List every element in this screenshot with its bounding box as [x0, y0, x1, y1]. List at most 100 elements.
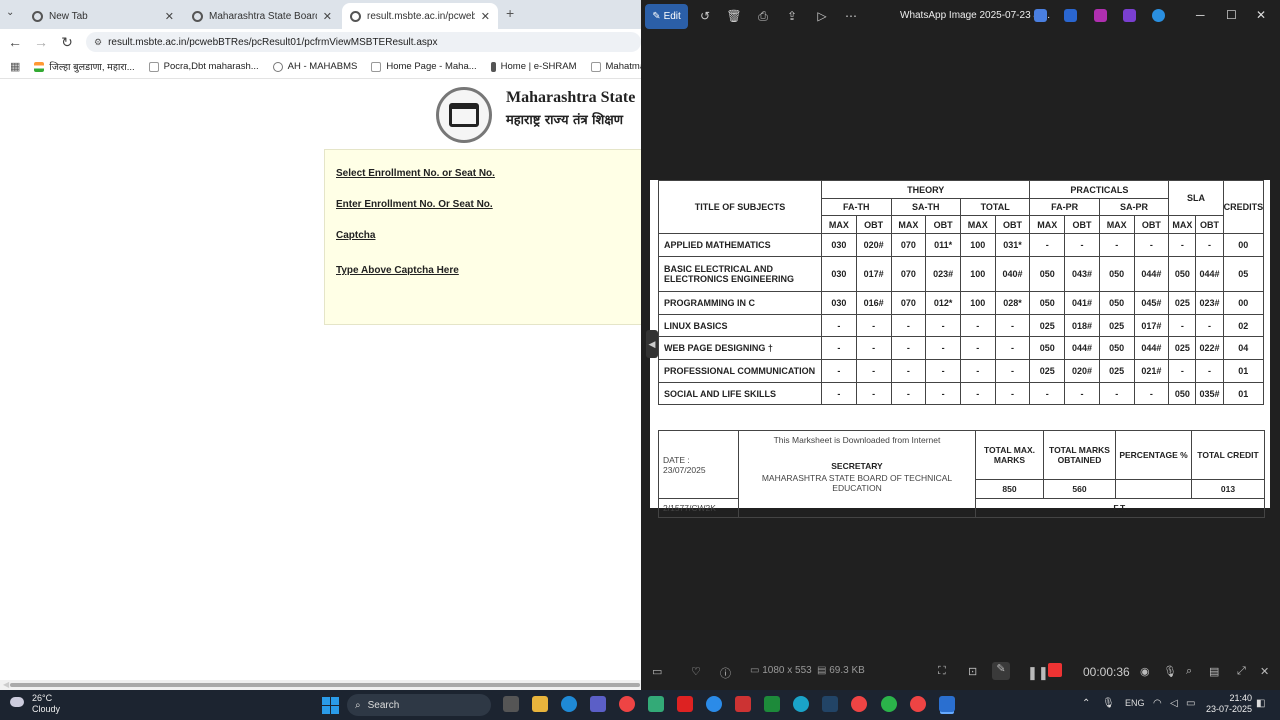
close-icon[interactable]: ✕ [1260, 665, 1269, 678]
app-icon[interactable] [1123, 9, 1136, 22]
print-icon[interactable]: ⎙ [755, 9, 771, 24]
app-icon[interactable] [706, 696, 722, 712]
mark-cell: 050 [1029, 256, 1066, 292]
tab-msbte[interactable]: Maharashtra State Board of Tec ✕ [184, 3, 340, 29]
scroll-left-icon[interactable]: ◀ [3, 680, 9, 689]
mark-cell: 028* [994, 291, 1031, 315]
credits-cell: 01 [1222, 382, 1265, 405]
bookmark-item[interactable]: Home | e-SHRAM [490, 61, 577, 72]
bookmark-item[interactable]: Mahatma Jyotirao P... [590, 61, 641, 72]
mark-cell: - [959, 359, 996, 383]
task-view-icon[interactable] [503, 696, 519, 712]
pen-icon[interactable]: ✎ [992, 662, 1010, 680]
app-icon[interactable] [735, 696, 751, 712]
chrome-icon[interactable] [619, 696, 635, 712]
camera-icon[interactable]: ◉ [1140, 665, 1150, 678]
apps-grid-icon[interactable]: ▦ [10, 60, 20, 73]
close-icon[interactable]: ✕ [323, 10, 332, 23]
close-icon[interactable]: ✕ [1256, 8, 1266, 22]
subject-name: PROFESSIONAL COMMUNICATION [657, 359, 823, 383]
site-info-icon[interactable]: ⚙ [94, 37, 102, 48]
filmstrip-icon[interactable]: ▭ [652, 665, 662, 678]
bookmark-item[interactable]: जिल्हा बुलडाणा, महारा... [34, 60, 135, 73]
forward-arrow-icon[interactable]: → [34, 34, 48, 50]
mark-cell: 044# [1133, 336, 1170, 360]
copilot-icon[interactable] [1034, 9, 1047, 22]
tab-list-chevron-icon[interactable]: ⌄ [6, 7, 14, 18]
clock[interactable]: 21:40 23-07-2025 [1202, 693, 1252, 715]
chrome-icon[interactable] [910, 696, 926, 712]
designer-icon[interactable] [1064, 9, 1077, 22]
credits-cell: 00 [1222, 233, 1265, 257]
captions-icon[interactable]: ▤ [1209, 665, 1219, 678]
wifi-icon[interactable]: ◠ [1153, 698, 1162, 709]
stop-recording-icon[interactable] [1048, 663, 1062, 677]
mark-cell: 016# [855, 291, 892, 315]
tab-new-tab[interactable]: New Tab ✕ [24, 3, 182, 29]
expand-icon[interactable]: ⤢ [1237, 665, 1246, 678]
subject-name: LINUX BASICS [657, 314, 823, 337]
fit-screen-icon[interactable]: ⛶ [938, 665, 946, 678]
share-icon[interactable]: ⇪ [784, 9, 800, 23]
clipchamp-icon[interactable] [1094, 9, 1107, 22]
edge-icon[interactable] [561, 696, 577, 712]
close-icon[interactable]: ✕ [481, 10, 490, 23]
onedrive-icon[interactable] [1152, 9, 1165, 22]
show-hidden-icon[interactable]: ⌃ [1082, 698, 1090, 709]
bookmark-item[interactable]: Home Page - Maha... [371, 61, 477, 72]
delete-icon[interactable]: 🗑 [726, 9, 742, 23]
mic-off-icon[interactable]: 🎙 [1163, 665, 1177, 678]
file-explorer-icon[interactable] [532, 696, 548, 712]
weather-widget[interactable]: 26°C Cloudy [10, 693, 60, 715]
search-placeholder: Search [367, 699, 400, 711]
pause-icon[interactable]: ❚❚ [1027, 665, 1049, 681]
app-icon[interactable] [822, 696, 838, 712]
new-tab-button[interactable]: + [506, 5, 514, 21]
excel-icon[interactable] [764, 696, 780, 712]
slideshow-icon[interactable]: ▷ [814, 9, 830, 23]
app-icon[interactable] [677, 696, 693, 712]
back-arrow-icon[interactable]: ← [8, 34, 22, 50]
store-icon[interactable] [648, 696, 664, 712]
minimize-icon[interactable]: ─ [1196, 8, 1205, 22]
bookmark-item[interactable]: AH - MAHABMS [272, 61, 357, 72]
time: 21:40 [1229, 693, 1252, 703]
zoom-fit-icon[interactable]: ⊡ [968, 665, 977, 678]
bookmark-item[interactable]: Pocra,Dbt maharash... [148, 61, 259, 72]
file-size-text: 69.3 KB [829, 665, 865, 676]
info-icon[interactable]: ⓘ [720, 665, 731, 681]
address-bar[interactable]: ⚙ result.msbte.ac.in/pcwebBTRes/pcResult… [86, 32, 641, 52]
app-icon[interactable] [793, 696, 809, 712]
volume-icon[interactable]: ◁ [1170, 698, 1178, 709]
mark-cell: - [994, 382, 1031, 405]
language-indicator[interactable]: ENG [1125, 698, 1145, 708]
edit-button[interactable]: ✎ Edit [645, 4, 688, 29]
start-button[interactable] [322, 697, 339, 714]
notification-icon[interactable]: ◧ [1256, 698, 1265, 709]
tab-result[interactable]: result.msbte.ac.in/pcwebBTRes ✕ [342, 3, 498, 29]
favorite-heart-icon[interactable]: ♡ [691, 665, 701, 678]
reload-icon[interactable]: ↻ [60, 34, 74, 51]
more-icon[interactable]: ⋯ [843, 9, 859, 23]
subject-name: WEB PAGE DESIGNING † [657, 336, 823, 360]
rotate-icon[interactable]: ↺ [697, 9, 713, 23]
chrome-icon[interactable] [851, 696, 867, 712]
maximize-icon[interactable]: ☐ [1226, 8, 1237, 22]
search-icon[interactable]: ⌕ [1186, 665, 1192, 678]
scrollbar-thumb[interactable] [10, 683, 640, 687]
teams-icon[interactable] [590, 696, 606, 712]
mic-icon[interactable]: 🎙 [1102, 698, 1115, 709]
mark-cell: 030 [821, 256, 857, 292]
photos-icon[interactable] [939, 696, 955, 712]
horizontal-scrollbar[interactable] [0, 680, 641, 690]
battery-icon[interactable]: ▭ [1186, 698, 1195, 709]
collapse-panel-icon[interactable]: ◀ [646, 330, 658, 358]
close-icon[interactable]: ✕ [165, 10, 174, 23]
mark-cell: - [1098, 233, 1135, 257]
whatsapp-icon[interactable] [881, 696, 897, 712]
taskbar-search[interactable]: ⌕ Search [347, 694, 491, 716]
mark-cell: 044# [1133, 256, 1170, 292]
mark-cell: 045# [1133, 291, 1170, 315]
credits-cell: 01 [1222, 359, 1265, 383]
total-obt-value: 560 [1043, 479, 1116, 499]
